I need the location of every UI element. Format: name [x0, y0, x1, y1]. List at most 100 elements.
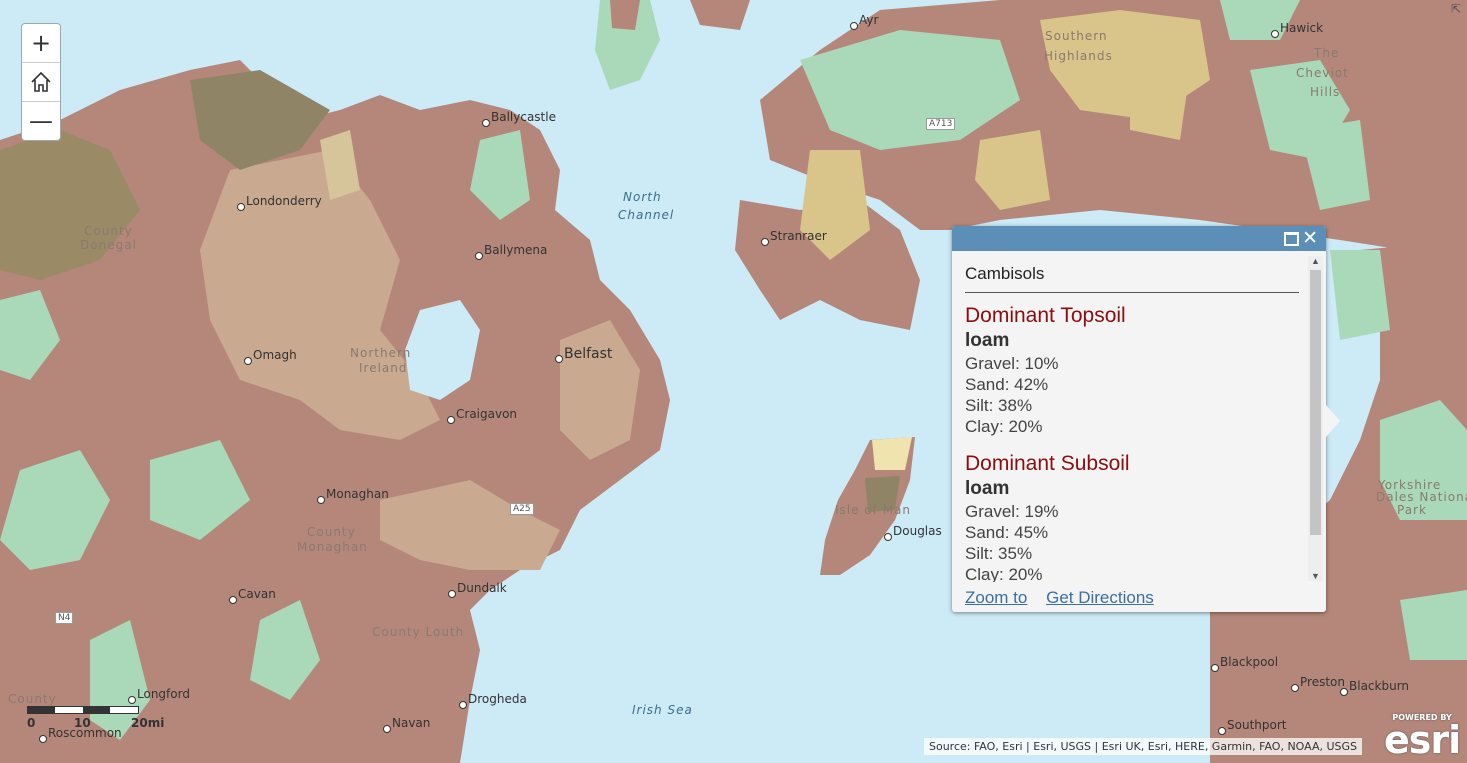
place-marker — [229, 596, 237, 604]
region-label: Southern — [1045, 29, 1108, 43]
place-label: Dundalk — [457, 581, 507, 595]
scroll-down-icon[interactable]: ▼ — [1311, 571, 1320, 581]
place-label: Drogheda — [468, 692, 527, 706]
scroll-thumb[interactable] — [1310, 270, 1321, 535]
zoom-control: + — — [21, 23, 61, 141]
subsoil-clay: Clay: 20% — [965, 565, 1043, 582]
zoom-out-button[interactable]: — — [22, 102, 60, 140]
topsoil-gravel: Gravel: 10% — [965, 354, 1059, 373]
close-icon[interactable]: ✕ — [1302, 227, 1318, 249]
place-marker — [459, 701, 467, 709]
home-button[interactable] — [22, 63, 60, 102]
region-label: Donegal — [80, 238, 137, 252]
subsoil-gravel: Gravel: 19% — [965, 502, 1059, 521]
place-label: Preston — [1300, 675, 1345, 689]
place-marker — [884, 533, 892, 541]
sea-label: Channel — [618, 208, 675, 222]
place-label: Stranraer — [770, 229, 827, 243]
place-marker — [317, 496, 325, 504]
region-label: Hills — [1310, 85, 1341, 99]
subsoil-texture: loam — [965, 478, 1010, 499]
scale-tick-0: 0 — [27, 716, 36, 730]
place-label: Southport — [1227, 718, 1287, 732]
sea-label: Irish Sea — [632, 703, 693, 717]
popup-actions: Zoom to Get Directions — [965, 588, 1168, 608]
region-label: County — [84, 224, 133, 238]
region-label: Northern — [350, 346, 412, 360]
place-marker — [555, 355, 563, 363]
place-marker — [761, 238, 769, 246]
place-marker — [447, 416, 455, 424]
esri-logo[interactable]: POWERED BY esri — [1384, 713, 1461, 762]
subsoil-silt: Silt: 35% — [965, 544, 1033, 563]
zoom-to-link[interactable]: Zoom to — [965, 588, 1027, 607]
topsoil-clay: Clay: 20% — [965, 417, 1043, 436]
soil-popup: ✕ Cambisols Dominant Topsoil loam Gravel… — [952, 226, 1326, 612]
popup-header: ✕ — [952, 226, 1326, 251]
place-marker — [128, 696, 136, 704]
place-label: Ayr — [859, 13, 879, 27]
topsoil-texture: loam — [965, 330, 1010, 351]
region-label: Dales National — [1376, 490, 1467, 504]
popup-pointer — [1326, 405, 1340, 437]
scale-bar-graphic — [27, 706, 139, 714]
scroll-up-icon[interactable]: ▲ — [1311, 256, 1320, 266]
place-label: Monaghan — [326, 487, 389, 501]
road-shield: A713 — [926, 118, 956, 130]
scale-tick-10: 10 — [74, 716, 91, 730]
region-label: County — [8, 692, 57, 706]
place-label: Douglas — [893, 524, 942, 538]
place-label: Craigavon — [456, 407, 518, 421]
place-label: Navan — [392, 716, 431, 730]
region-label: County — [307, 525, 356, 539]
scale-tick-20: 20mi — [131, 716, 165, 730]
region-label: The — [1314, 46, 1340, 60]
place-label: Cavan — [238, 587, 276, 601]
place-marker — [1291, 684, 1299, 692]
popup-title: Cambisols — [965, 262, 1299, 293]
popup-content: Cambisols Dominant Topsoil loam Gravel: … — [965, 262, 1299, 582]
place-label: Ballymena — [484, 243, 548, 257]
place-label: Omagh — [253, 348, 297, 362]
road-shield: N4 — [55, 612, 74, 624]
attribution: Source: FAO, Esri | Esri, USGS | Esri UK… — [924, 738, 1363, 755]
region-label: Cheviot — [1296, 66, 1349, 80]
place-marker — [39, 735, 47, 743]
place-marker — [448, 590, 456, 598]
place-marker — [850, 22, 858, 30]
expand-icon[interactable]: ⇱ — [1451, 2, 1465, 16]
place-marker — [383, 725, 391, 733]
place-marker — [244, 357, 252, 365]
subsoil-sand: Sand: 45% — [965, 523, 1049, 542]
region-label: County Louth — [372, 625, 465, 639]
topsoil-section: Dominant Topsoil loam Gravel: 10% Sand: … — [965, 303, 1299, 437]
subsoil-heading: Dominant Subsoil — [965, 452, 1130, 475]
region-label: Monaghan — [297, 540, 368, 554]
zoom-in-button[interactable]: + — [22, 24, 60, 63]
region-label: Ireland — [359, 361, 408, 375]
topsoil-heading: Dominant Topsoil — [965, 304, 1126, 327]
topsoil-sand: Sand: 42% — [965, 375, 1049, 394]
place-marker — [237, 203, 245, 211]
home-icon — [31, 71, 51, 92]
region-label: Isle of Man — [835, 503, 912, 517]
place-label: Ballycastle — [491, 110, 556, 124]
place-marker — [1340, 688, 1348, 696]
get-directions-link[interactable]: Get Directions — [1046, 588, 1154, 607]
esri-name: esri — [1384, 718, 1461, 762]
place-marker — [482, 119, 490, 127]
subsoil-section: Dominant Subsoil loam Gravel: 19% Sand: … — [965, 451, 1299, 582]
place-marker — [1271, 30, 1279, 38]
place-marker — [1218, 727, 1226, 735]
topsoil-silt: Silt: 38% — [965, 396, 1033, 415]
place-marker — [475, 252, 483, 260]
popup-scrollbar[interactable]: ▲ ▼ — [1308, 256, 1323, 581]
place-label: Blackburn — [1349, 679, 1410, 693]
maximize-icon[interactable] — [1284, 232, 1299, 246]
place-label: Belfast — [564, 346, 613, 362]
road-shield: A25 — [510, 503, 534, 515]
place-marker — [1211, 664, 1219, 672]
place-label: Longford — [137, 687, 190, 701]
place-label: Londonderry — [246, 194, 322, 208]
place-label: Hawick — [1280, 21, 1324, 35]
